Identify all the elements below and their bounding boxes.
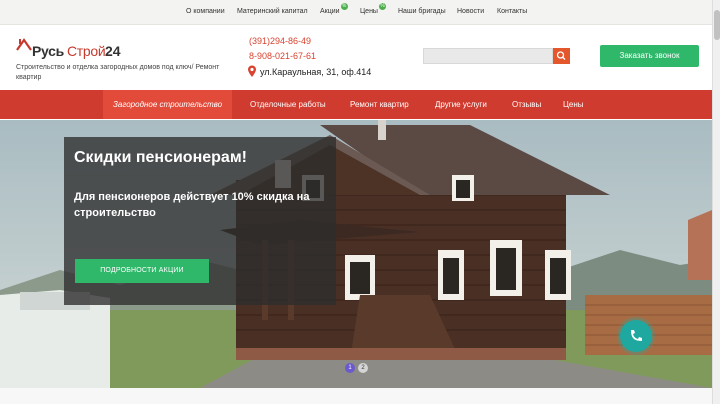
search-icon xyxy=(556,51,566,60)
topnav-item-about[interactable]: О компании xyxy=(186,8,225,15)
promo-panel: Скидки пенсионерам! Для пенсионеров дейс… xyxy=(64,137,336,305)
menu-item-reviews[interactable]: Отзывы xyxy=(512,90,541,119)
topnav-item-teams[interactable]: Наши бригады xyxy=(398,8,446,15)
page-scrollbar[interactable] xyxy=(712,0,720,404)
menu-item-finishing[interactable]: Отделочные работы xyxy=(250,90,326,119)
map-pin-icon xyxy=(248,65,256,77)
scrollbar-thumb[interactable] xyxy=(714,10,720,40)
menu-item-other-services[interactable]: Другие услуги xyxy=(435,90,487,119)
topnav-item-contacts[interactable]: Контакты xyxy=(497,8,527,15)
main-menu: Загородное строительство Отделочные рабо… xyxy=(0,90,712,119)
topnav-item-promotions[interactable]: Акции % xyxy=(320,3,348,15)
topnav-item-label: Цены xyxy=(360,8,378,15)
topnav-item-news[interactable]: Новости xyxy=(457,8,484,15)
logo-text-part2: Строй xyxy=(67,43,106,59)
site-tagline: Строительство и отделка загородных домов… xyxy=(16,64,220,81)
logo-text-part3: 24 xyxy=(105,43,121,59)
top-navigation: О компании Материнский капитал Акции % Ц… xyxy=(0,0,712,25)
promo-text: Для пенсионеров действует 10% скидка на … xyxy=(74,191,310,219)
office-address: ул.Караульная, 31, оф.414 xyxy=(260,67,372,77)
phone-link-2[interactable]: 8-908-021-67-61 xyxy=(249,51,316,61)
percent-icon: % xyxy=(378,3,386,10)
percent-icon: % xyxy=(340,3,348,10)
topnav-item-maternity-capital[interactable]: Материнский капитал xyxy=(237,8,308,15)
page-bottom-strip xyxy=(0,388,712,404)
topnav-item-prices[interactable]: Цены % xyxy=(360,3,386,15)
logo-text-part1: Русь xyxy=(32,43,64,59)
request-call-button[interactable]: Заказать звонок xyxy=(600,45,699,67)
slider-dot-2[interactable]: 2 xyxy=(358,363,368,373)
search-input[interactable] xyxy=(423,48,553,64)
hero-slider: Скидки пенсионерам! Для пенсионеров дейс… xyxy=(0,120,712,388)
menu-item-country-construction[interactable]: Загородное строительство xyxy=(103,90,233,119)
promo-details-button[interactable]: ПОДРОБНОСТИ АКЦИИ xyxy=(75,259,209,283)
search-button[interactable] xyxy=(553,48,570,64)
phone-link-1[interactable]: (391)294-86-49 xyxy=(249,36,311,46)
topnav-item-label: Акции xyxy=(320,8,340,15)
menu-item-apartment-repair[interactable]: Ремонт квартир xyxy=(350,90,409,119)
promo-title: Скидки пенсионерам! xyxy=(74,149,247,166)
phone-icon xyxy=(631,330,642,341)
menu-item-prices[interactable]: Цены xyxy=(563,90,584,119)
callback-fab-button[interactable] xyxy=(620,320,652,352)
logo-roof-icon xyxy=(16,38,32,51)
slider-dot-1[interactable]: 1 xyxy=(345,363,355,373)
